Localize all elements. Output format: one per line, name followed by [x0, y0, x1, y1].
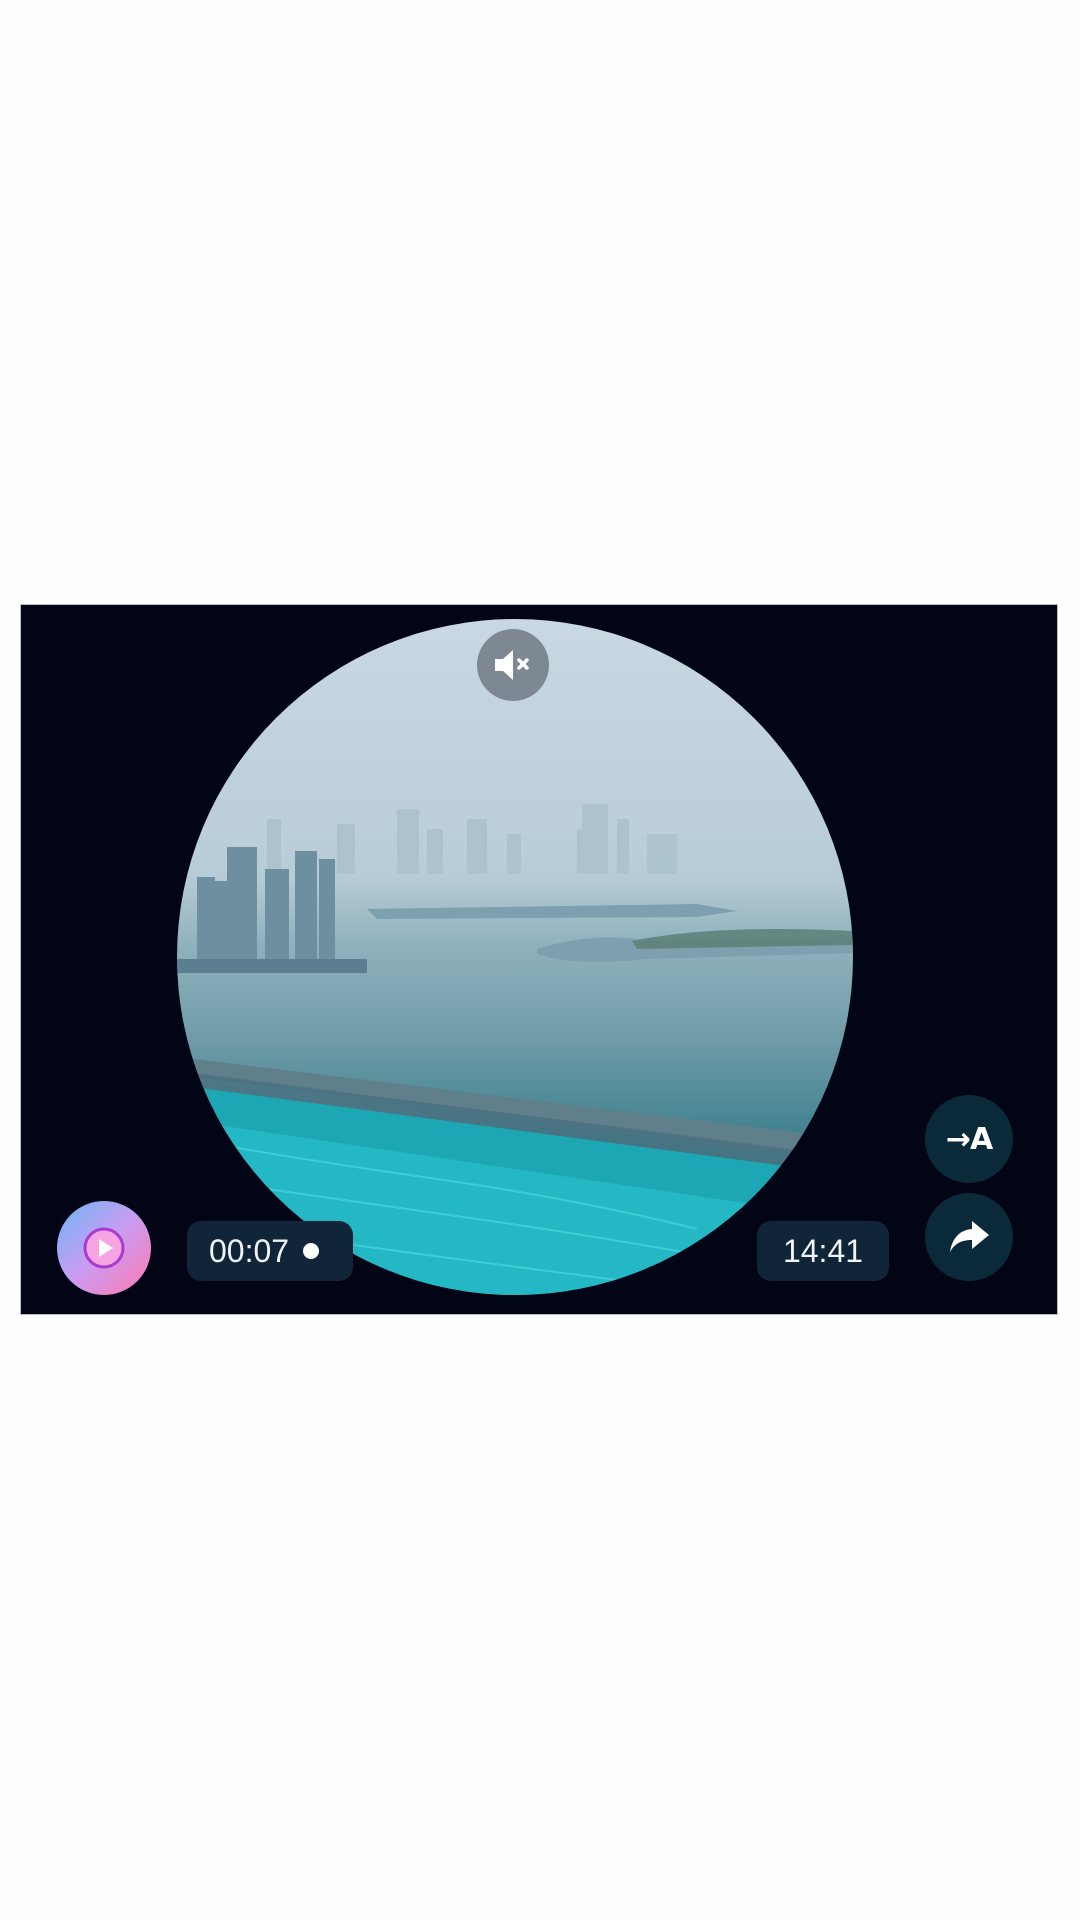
share-icon	[950, 1221, 989, 1252]
play-button[interactable]	[57, 1201, 151, 1295]
video-duration-badge: 00:07	[187, 1221, 353, 1281]
translate-button[interactable]: →A	[925, 1095, 1013, 1183]
video-duration: 00:07	[209, 1232, 290, 1269]
share-button[interactable]	[925, 1193, 1013, 1281]
mute-toggle-button[interactable]	[477, 629, 549, 701]
translate-icon: →A	[945, 1121, 993, 1157]
round-video-preview[interactable]	[177, 619, 853, 1295]
speaker-muted-icon	[495, 650, 529, 680]
video-message-frame: 00:07 14:41 →A	[20, 604, 1058, 1315]
play-icon	[83, 1227, 125, 1269]
unwatched-dot-indicator	[303, 1243, 320, 1259]
message-time-badge: 14:41	[757, 1221, 889, 1281]
message-time: 14:41	[782, 1232, 864, 1269]
video-frame-scene	[177, 804, 853, 1295]
